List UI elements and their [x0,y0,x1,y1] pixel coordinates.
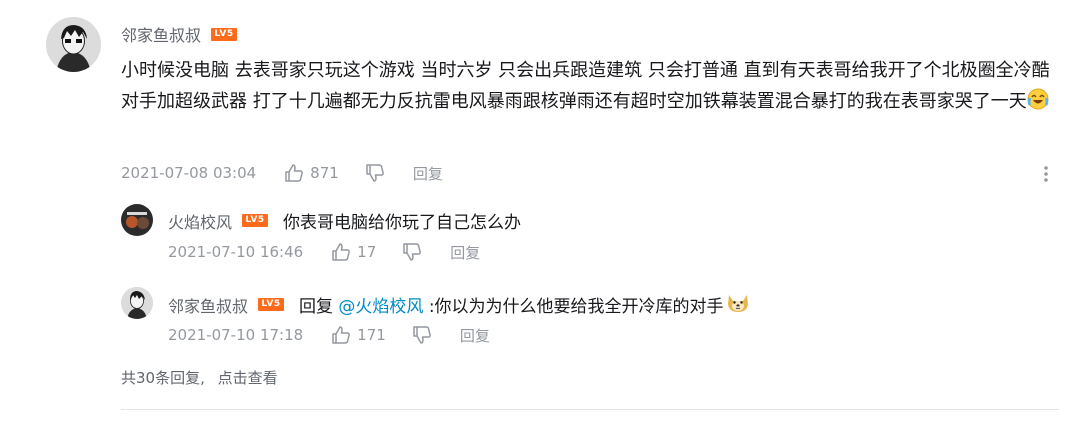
timestamp: 2021-07-10 17:18 [168,326,304,344]
mention-link[interactable]: @火焰校风 [338,292,423,317]
level-badge: LV5 [242,214,269,227]
doge-emoji-icon [726,291,750,318]
view-more-replies: 共30条回复, 点击查看 [121,367,278,388]
thumbs-up-icon[interactable] [331,326,351,344]
timestamp: 2021-07-08 03:04 [121,164,257,182]
thumbs-up-icon[interactable] [284,164,304,182]
avatar[interactable] [46,17,101,72]
like-count: 17 [357,243,377,261]
username[interactable]: 邻家鱼叔叔 [121,22,201,46]
reply-username[interactable]: 火焰校风 [168,209,232,233]
reply-prefix: 回复 [299,297,339,317]
reply-text: 你表哥电脑给你玩了自己怎么办 [283,213,522,233]
reply-avatar[interactable] [121,287,153,319]
level-badge: LV5 [211,27,238,41]
thumbs-down-icon[interactable] [402,243,422,261]
reply-button[interactable]: 回复 [460,325,490,346]
reply-username[interactable]: 邻家鱼叔叔 [168,293,248,317]
divider [121,409,1059,410]
view-more-button[interactable]: 点击查看 [218,369,278,387]
crying-laughing-emoji-icon [1027,88,1049,120]
reply-button[interactable]: 回复 [413,163,443,184]
like-count: 871 [310,164,339,182]
reply-text: 回复 @火焰校风 :你以为为什么他要给我全开冷库的对手 [299,291,750,318]
level-badge: LV5 [258,298,285,311]
thumbs-down-icon[interactable] [412,326,432,344]
more-options-icon[interactable] [1042,164,1050,184]
reply-button[interactable]: 回复 [450,242,480,263]
reply-count: 共30条回复, [121,369,205,387]
reply-avatar[interactable] [121,204,153,236]
thumbs-up-icon[interactable] [331,243,351,261]
comment-text: 小时候没电脑 去表哥家只玩这个游戏 当时六岁 只会出兵跟造建筑 只会打普通 直到… [121,55,1061,120]
timestamp: 2021-07-10 16:46 [168,243,304,261]
comment-text-content: 小时候没电脑 去表哥家只玩这个游戏 当时六岁 只会出兵跟造建筑 只会打普通 直到… [121,60,1050,112]
reply-text-content: :你以为为什么他要给我全开冷库的对手 [423,297,724,317]
like-count: 171 [357,326,386,344]
thumbs-down-icon[interactable] [365,164,385,182]
